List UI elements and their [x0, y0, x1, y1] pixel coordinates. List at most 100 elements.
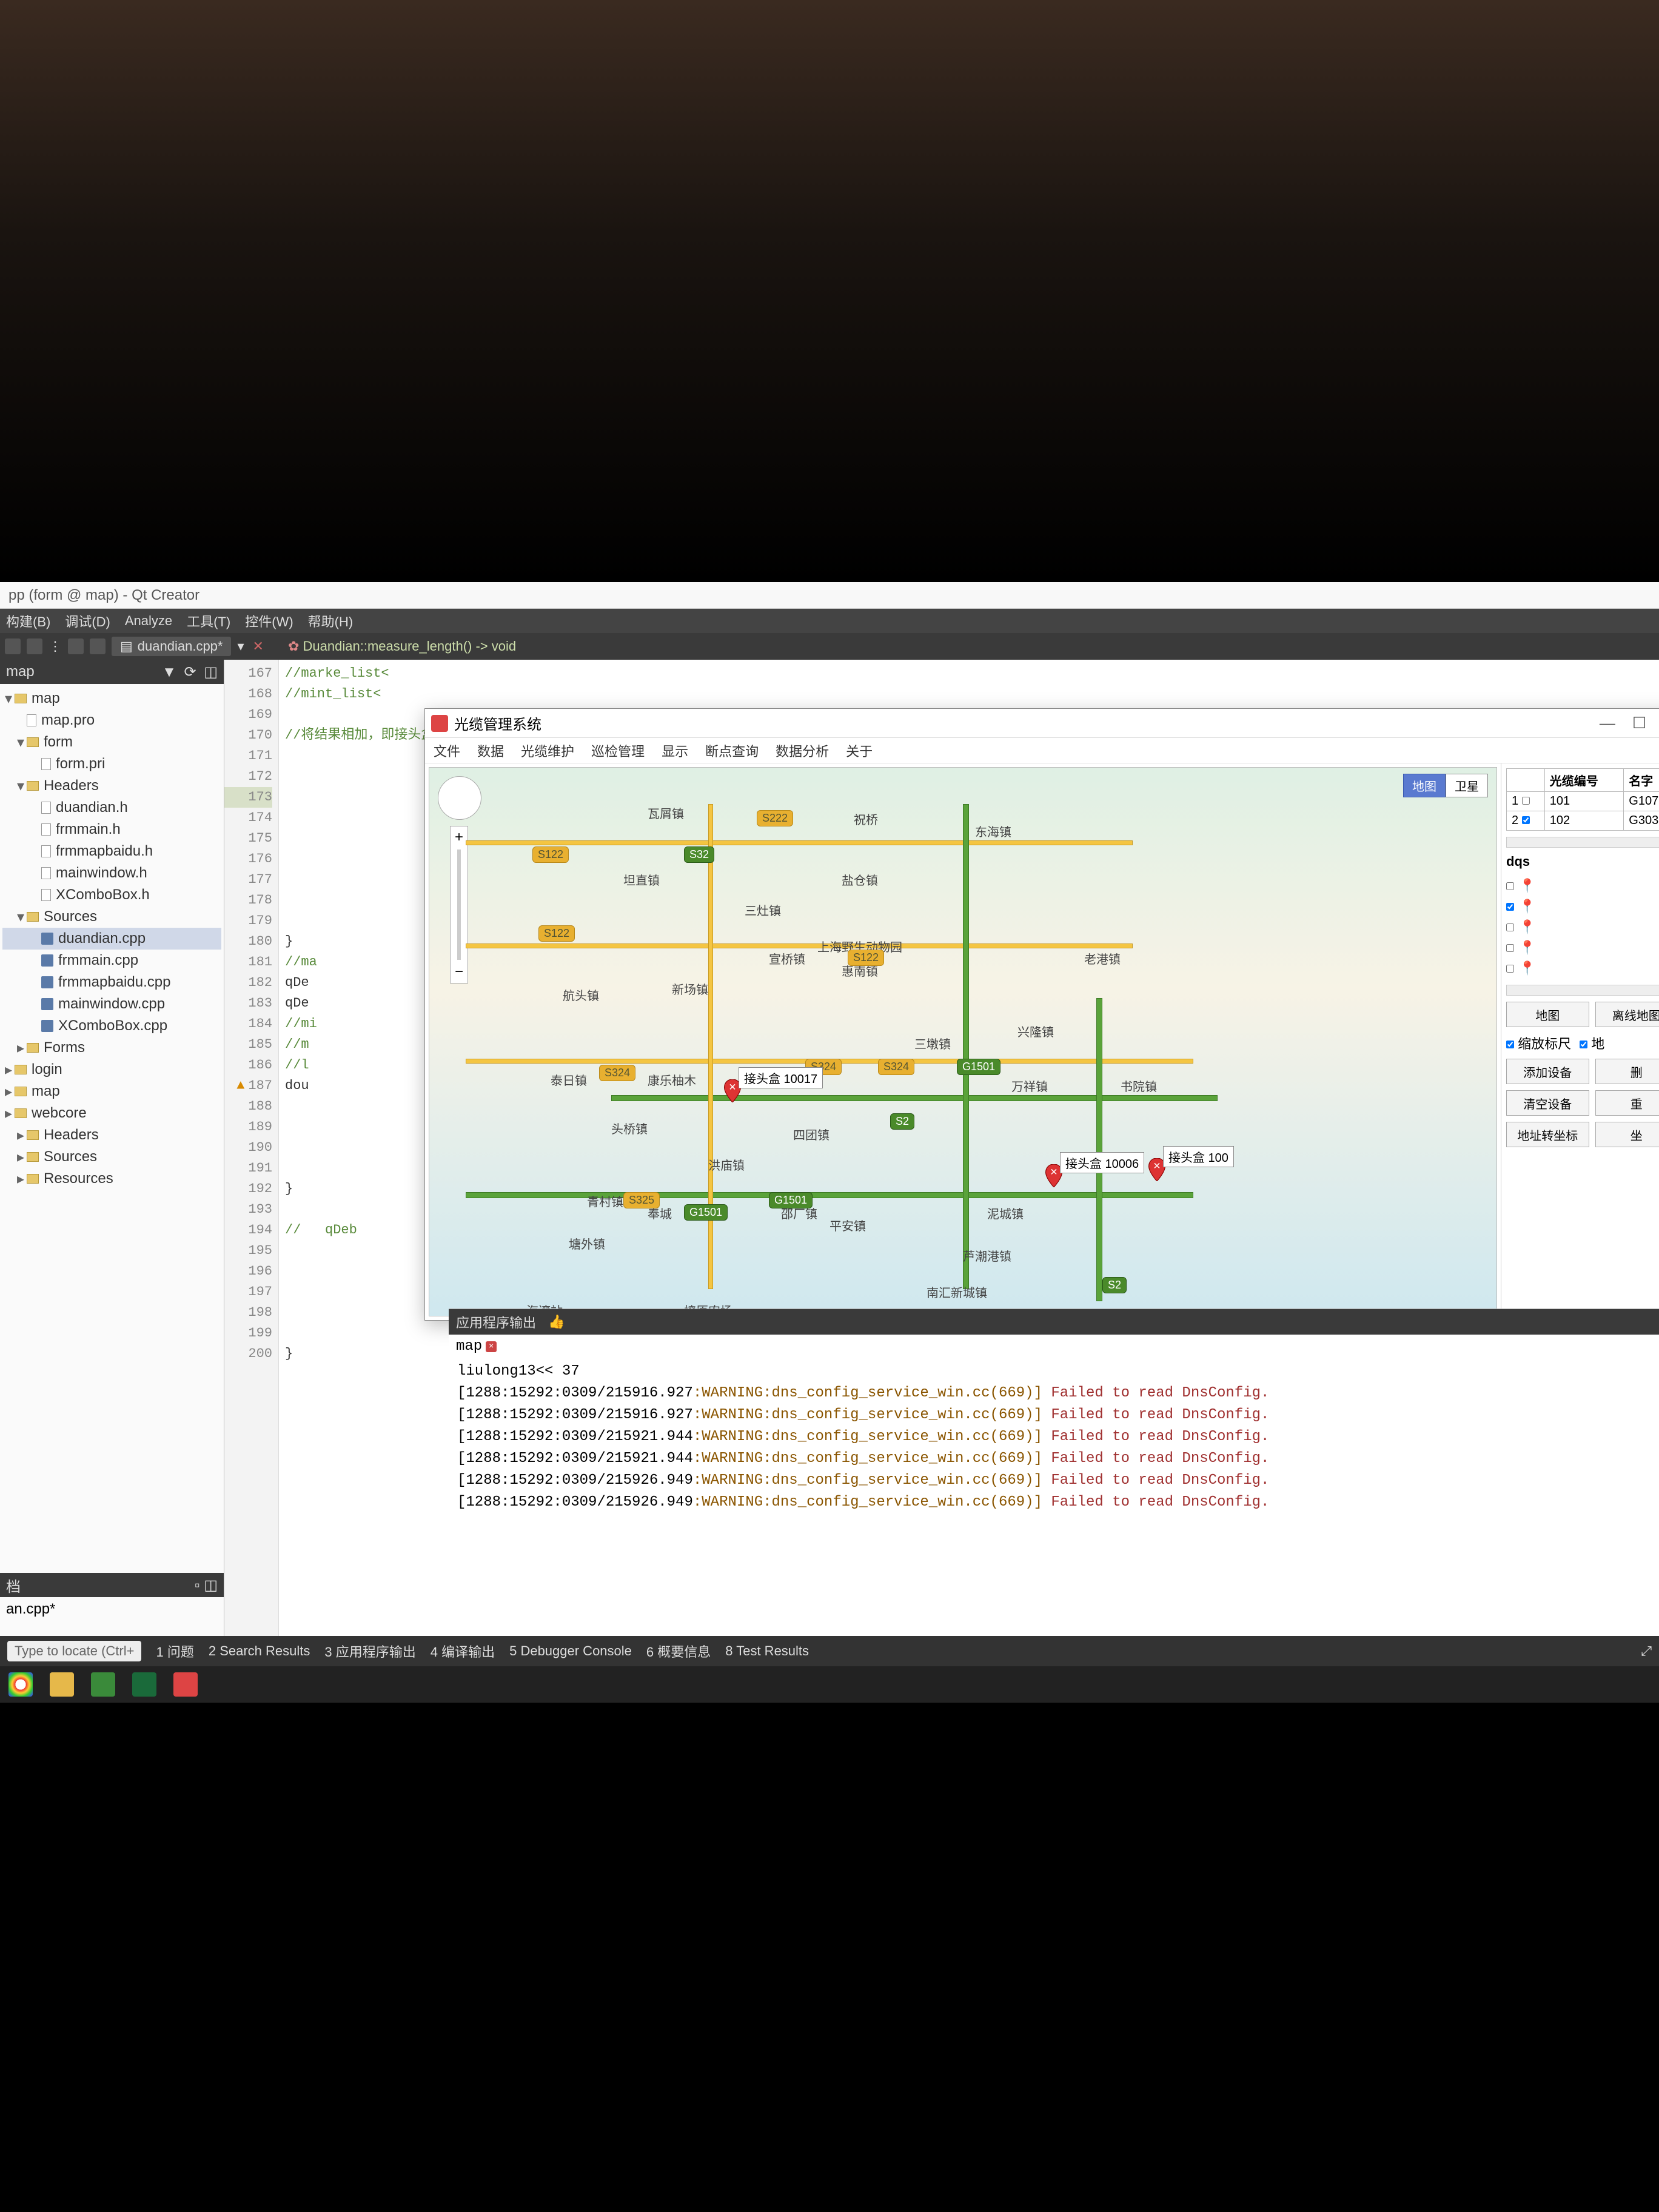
- status-tab-tests[interactable]: 8 Test Results: [725, 1643, 809, 1659]
- tree-item[interactable]: mainwindow.cpp: [2, 993, 221, 1015]
- coord-button[interactable]: 坐: [1595, 1122, 1659, 1147]
- file-explorer-icon[interactable]: [50, 1672, 74, 1697]
- reset-button[interactable]: 重: [1595, 1090, 1659, 1116]
- menu-tools[interactable]: 工具(T): [187, 611, 230, 631]
- menu-cable[interactable]: 光缆维护: [521, 741, 574, 760]
- maximize-button[interactable]: ☐: [1632, 714, 1646, 732]
- tree-item[interactable]: map.pro: [2, 709, 221, 731]
- cable-table[interactable]: 光缆编号 名字 1 101G1072 102G303: [1506, 768, 1659, 831]
- map-app-window[interactable]: 光缆管理系统 — ☐ ✕ 文件 数据 光缆维护 巡检管理 显示 断点查询 数据分…: [424, 708, 1659, 1321]
- dropdown-icon[interactable]: ▾: [237, 638, 244, 654]
- sidebar-header-tools[interactable]: ▼ ⟳ ◫: [158, 663, 218, 681]
- list-item[interactable]: 📍 2: [1506, 958, 1659, 979]
- menu-patrol[interactable]: 巡检管理: [591, 741, 645, 760]
- locator-input[interactable]: Type to locate (Ctrl+: [7, 1641, 141, 1661]
- tree-item[interactable]: duandian.cpp: [2, 928, 221, 950]
- map-app-titlebar[interactable]: 光缆管理系统 — ☐ ✕: [425, 709, 1659, 738]
- map-type-map[interactable]: 地图: [1403, 774, 1446, 797]
- project-tree[interactable]: ▾mapmap.pro▾formform.pri▾Headersduandian…: [0, 684, 224, 1573]
- status-tab-search[interactable]: 2 Search Results: [209, 1643, 310, 1659]
- map-pan-control[interactable]: [438, 776, 481, 820]
- output-log[interactable]: liulong13<< 37[1288:15292:0309/215916.92…: [449, 1358, 1659, 1636]
- avatar-icon[interactable]: [173, 1672, 198, 1697]
- nav-fwd-button[interactable]: [90, 638, 106, 654]
- chrome-icon[interactable]: [8, 1672, 33, 1697]
- tree-item[interactable]: XComboBox.cpp: [2, 1015, 221, 1037]
- map-marker-callout[interactable]: 接头盒 100: [1163, 1146, 1234, 1167]
- tree-item[interactable]: ▾map: [2, 688, 221, 709]
- menu-debug[interactable]: 调试(D): [65, 611, 110, 631]
- dqs-list[interactable]: 📍 2 📍 2 📍 2 📍 2 📍 2: [1506, 876, 1659, 979]
- table-row[interactable]: 1 101G107: [1507, 792, 1659, 811]
- tree-item[interactable]: XComboBox.h: [2, 884, 221, 906]
- output-tabs[interactable]: map ×: [449, 1335, 1659, 1358]
- status-tab-debugger[interactable]: 5 Debugger Console: [509, 1643, 632, 1659]
- zoom-in-icon[interactable]: +: [455, 829, 463, 846]
- horizontal-scrollbar[interactable]: [1506, 985, 1659, 996]
- menu-analyze[interactable]: Analyze: [125, 613, 172, 629]
- filter-icon[interactable]: ▼: [162, 664, 176, 680]
- editor-file-tab[interactable]: ▤ duandian.cpp*: [112, 637, 231, 656]
- menu-help[interactable]: 帮助(H): [308, 611, 354, 631]
- scale-checkbox[interactable]: 缩放标尺: [1506, 1033, 1571, 1053]
- tree-item[interactable]: ▸Headers: [2, 1124, 221, 1146]
- status-tab-general[interactable]: 6 概要信息: [646, 1641, 711, 1661]
- tree-item[interactable]: ▸login: [2, 1059, 221, 1081]
- menu-data[interactable]: 数据: [477, 741, 504, 760]
- tree-item[interactable]: frmmain.cpp: [2, 950, 221, 971]
- thumbs-up-icon[interactable]: 👍: [548, 1314, 565, 1330]
- addr-to-coord-button[interactable]: 地址转坐标: [1506, 1122, 1589, 1147]
- tree-item[interactable]: frmmapbaidu.cpp: [2, 971, 221, 993]
- delete-device-button[interactable]: 删: [1595, 1059, 1659, 1084]
- tree-item[interactable]: ▸Resources: [2, 1168, 221, 1190]
- table-row[interactable]: 2 102G303: [1507, 811, 1659, 831]
- tree-item[interactable]: frmmapbaidu.h: [2, 840, 221, 862]
- split-icon[interactable]: ▫ ◫: [195, 1577, 218, 1594]
- tree-item[interactable]: duandian.h: [2, 797, 221, 819]
- output-tab-map[interactable]: map ×: [456, 1338, 497, 1355]
- sync-icon[interactable]: ⟳: [184, 664, 196, 680]
- main-menu-bar[interactable]: 构建(B) 调试(D) Analyze 工具(T) 控件(W) 帮助(H): [0, 609, 1659, 633]
- add-device-button[interactable]: 添加设备: [1506, 1059, 1589, 1084]
- list-item[interactable]: 📍 2: [1506, 896, 1659, 917]
- tree-item[interactable]: ▾form: [2, 731, 221, 753]
- menu-breakpoint[interactable]: 断点查询: [705, 741, 759, 760]
- map-marker-callout[interactable]: 接头盒 10006: [1060, 1152, 1144, 1173]
- tree-item[interactable]: ▸Forms: [2, 1037, 221, 1059]
- map-zoom-slider[interactable]: + −: [450, 826, 468, 984]
- menu-analysis[interactable]: 数据分析: [776, 741, 829, 760]
- clear-device-button[interactable]: 清空设备: [1506, 1090, 1589, 1116]
- map-zoom-control[interactable]: + −: [438, 776, 466, 984]
- list-item[interactable]: 📍 2: [1506, 876, 1659, 896]
- open-document-item[interactable]: an.cpp*: [6, 1601, 218, 1618]
- menu-about[interactable]: 关于: [846, 741, 873, 760]
- toolbar-button[interactable]: [27, 638, 42, 654]
- map-app-menubar[interactable]: 文件 数据 光缆维护 巡检管理 显示 断点查询 数据分析 关于: [425, 738, 1659, 763]
- output-panel-header[interactable]: 应用程序输出 👍: [449, 1309, 1659, 1335]
- menu-display[interactable]: 显示: [662, 741, 688, 760]
- list-item[interactable]: 📍 2: [1506, 937, 1659, 958]
- status-tab-compile[interactable]: 4 编译输出: [431, 1641, 495, 1661]
- menu-build[interactable]: 构建(B): [6, 611, 50, 631]
- toolbar-button[interactable]: [5, 638, 21, 654]
- excel-icon[interactable]: [132, 1672, 156, 1697]
- function-signature[interactable]: ✿ Duandian::measure_length() -> void: [288, 638, 516, 654]
- map-type-satellite[interactable]: 卫星: [1446, 774, 1488, 797]
- tree-item[interactable]: ▾Sources: [2, 906, 221, 928]
- menu-widgets[interactable]: 控件(W): [245, 611, 293, 631]
- horizontal-scrollbar[interactable]: [1506, 837, 1659, 848]
- offline-map-button[interactable]: 离线地图: [1595, 1002, 1659, 1027]
- list-item[interactable]: 📍 2: [1506, 917, 1659, 937]
- qt-creator-icon[interactable]: [91, 1672, 115, 1697]
- expand-icon[interactable]: ⤢: [1641, 1643, 1652, 1659]
- status-tab-issues[interactable]: 1 问题: [156, 1641, 193, 1661]
- open-documents-list[interactable]: an.cpp*: [0, 1597, 224, 1636]
- tree-item[interactable]: frmmain.h: [2, 819, 221, 840]
- other-checkbox[interactable]: 地: [1580, 1033, 1604, 1053]
- nav-back-button[interactable]: [68, 638, 84, 654]
- map-canvas[interactable]: 地图 卫星 + −: [429, 767, 1497, 1316]
- status-tab-appoutput[interactable]: 3 应用程序输出: [324, 1641, 415, 1661]
- map-marker-callout[interactable]: 接头盒 10017: [739, 1067, 823, 1088]
- windows-taskbar[interactable]: [0, 1666, 1659, 1703]
- map-mode-button[interactable]: 地图: [1506, 1002, 1589, 1027]
